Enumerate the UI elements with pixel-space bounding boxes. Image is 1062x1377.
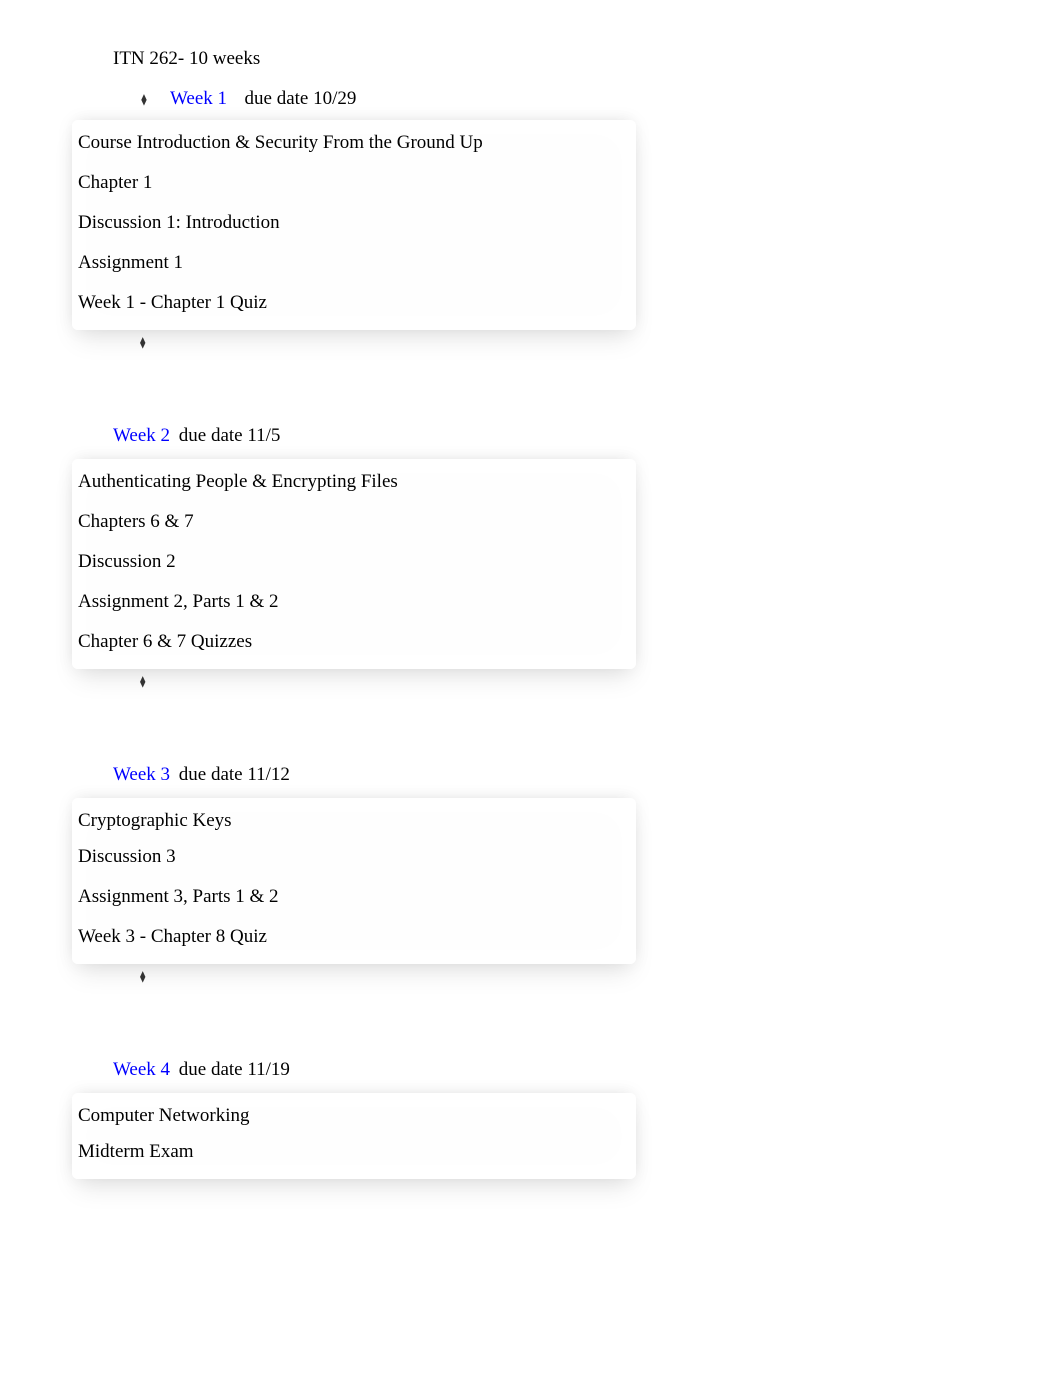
due-date-text: due date 11/5 [179, 425, 281, 446]
content-line: Cryptographic Keys [78, 810, 630, 832]
due-date-text: due date 11/12 [179, 764, 290, 785]
week2-content-box: Authenticating People & Encrypting Files… [72, 459, 636, 669]
week-link[interactable]: Week 2 [113, 425, 170, 446]
week-link[interactable]: Week 3 [113, 764, 170, 785]
content-line: Discussion 2 [78, 551, 630, 573]
week-header-row: Week 3 due date 11/12 [113, 764, 1062, 786]
content-line: Course Introduction & Security From the … [78, 132, 630, 154]
content-line: Assignment 2, Parts 1 & 2 [78, 591, 630, 613]
content-line: Computer Networking [78, 1105, 630, 1127]
week-header-row: Week 4 due date 11/19 [113, 1059, 1062, 1081]
content-line: Chapters 6 & 7 [78, 511, 630, 533]
week-header-row: Week 2 due date 11/5 [113, 425, 1062, 447]
due-date-text: due date 10/29 [245, 88, 357, 109]
content-line: Discussion 3 [78, 846, 630, 868]
bullet-icon: ⧫ [140, 93, 148, 106]
due-date [236, 88, 241, 109]
week1-content-box: Course Introduction & Security From the … [72, 120, 636, 330]
content-line: Assignment 3, Parts 1 & 2 [78, 886, 630, 908]
content-line: Week 3 - Chapter 8 Quiz [78, 926, 630, 948]
bullet-icon: ⧫ [140, 336, 1062, 349]
week3-content-box: Cryptographic Keys Discussion 3 Assignme… [72, 798, 636, 964]
bullet-icon: ⧫ [140, 675, 1062, 688]
week4-content-box: Computer Networking Midterm Exam [72, 1093, 636, 1179]
due-date-text: due date 11/19 [179, 1059, 290, 1080]
bullet-icon: ⧫ [140, 970, 1062, 983]
content-line: Chapter 1 [78, 172, 630, 194]
content-line: Midterm Exam [78, 1141, 630, 1163]
content-line: Discussion 1: Introduction [78, 212, 630, 234]
course-title: ITN 262- 10 weeks [113, 48, 1062, 70]
content-line: Week 1 - Chapter 1 Quiz [78, 292, 630, 314]
content-line: Assignment 1 [78, 252, 630, 274]
week-link[interactable]: Week 4 [113, 1059, 170, 1080]
week-header-row: ⧫ Week 1 due date 10/29 [140, 88, 1062, 110]
content-line: Authenticating People & Encrypting Files [78, 471, 630, 493]
week-link[interactable]: Week 1 [170, 88, 227, 109]
content-line: Chapter 6 & 7 Quizzes [78, 631, 630, 653]
